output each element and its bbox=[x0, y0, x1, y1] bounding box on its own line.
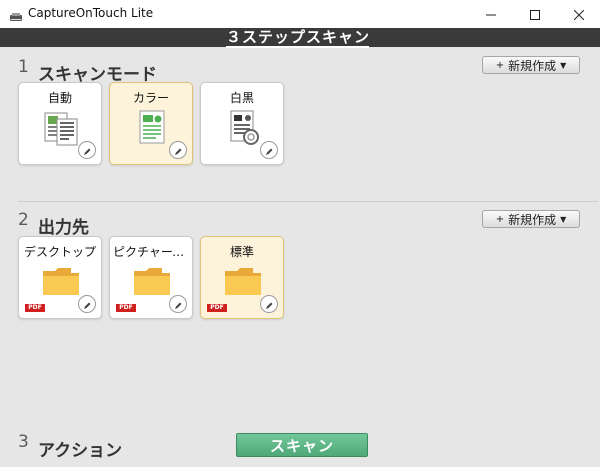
folder-icon bbox=[41, 265, 81, 301]
folder-icon bbox=[223, 265, 263, 301]
scan-mode-card-auto[interactable]: 自動 bbox=[18, 82, 102, 165]
card-label: デスクトップ bbox=[23, 245, 96, 259]
pencil-icon bbox=[265, 141, 274, 160]
caret-down-icon: ▼ bbox=[560, 60, 567, 70]
pdf-badge: PDF bbox=[25, 304, 45, 312]
close-button[interactable] bbox=[556, 0, 600, 28]
edit-button[interactable] bbox=[260, 295, 278, 313]
card-label: ピクチャーフ… bbox=[113, 245, 189, 259]
color-document-icon bbox=[132, 107, 172, 153]
bw-document-icon bbox=[223, 107, 263, 153]
auto-document-icon bbox=[41, 107, 81, 153]
scan-button-label: スキャン bbox=[269, 436, 334, 455]
minimize-icon bbox=[486, 5, 496, 24]
destination-card-pictures[interactable]: ピクチャーフ… PDF bbox=[109, 236, 193, 319]
edit-button[interactable] bbox=[78, 141, 96, 159]
card-label: 白黒 bbox=[229, 91, 254, 105]
minimize-button[interactable] bbox=[468, 0, 514, 28]
pencil-icon bbox=[83, 141, 92, 160]
pencil-icon bbox=[265, 295, 274, 314]
destination-card-standard[interactable]: 標準 PDF bbox=[200, 236, 284, 319]
card-label: 自動 bbox=[47, 91, 72, 105]
section-3-number: 3 bbox=[18, 432, 29, 452]
folder-icon bbox=[132, 265, 172, 301]
plus-icon: + bbox=[495, 213, 505, 225]
scan-mode-card-color[interactable]: カラー bbox=[109, 82, 193, 165]
plus-icon: + bbox=[495, 59, 505, 71]
header-underline bbox=[226, 46, 369, 48]
pencil-icon bbox=[83, 295, 92, 314]
caret-down-icon: ▼ bbox=[560, 214, 567, 224]
section-divider bbox=[18, 201, 598, 202]
scanner-app-icon bbox=[9, 8, 23, 27]
header-bar: ３ステップスキャン bbox=[0, 28, 600, 47]
pencil-icon bbox=[174, 141, 183, 160]
destination-new-button[interactable]: + 新規作成 ▼ bbox=[482, 210, 580, 228]
destination-card-desktop[interactable]: デスクトップ PDF bbox=[18, 236, 102, 319]
scan-mode-new-button[interactable]: + 新規作成 ▼ bbox=[482, 56, 580, 74]
page-title: ３ステップスキャン bbox=[226, 28, 371, 46]
maximize-button[interactable] bbox=[512, 0, 558, 28]
new-button-label: 新規作成 bbox=[508, 58, 557, 73]
close-icon bbox=[573, 5, 585, 24]
section-2-number: 2 bbox=[18, 210, 29, 230]
section-1-number: 1 bbox=[18, 57, 29, 77]
section-3-title: アクション bbox=[38, 441, 123, 461]
pencil-icon bbox=[174, 295, 183, 314]
pdf-badge: PDF bbox=[207, 304, 227, 312]
edit-button[interactable] bbox=[78, 295, 96, 313]
scan-mode-card-bw[interactable]: 白黒 bbox=[200, 82, 284, 165]
window-title: CaptureOnTouch Lite bbox=[28, 6, 154, 20]
edit-button[interactable] bbox=[169, 295, 187, 313]
card-label: カラー bbox=[132, 91, 169, 105]
edit-button[interactable] bbox=[169, 141, 187, 159]
pdf-badge: PDF bbox=[116, 304, 136, 312]
scan-button[interactable]: スキャン bbox=[236, 433, 368, 457]
card-label: 標準 bbox=[229, 245, 254, 259]
maximize-icon bbox=[530, 5, 540, 24]
section-2-title: 出力先 bbox=[38, 218, 89, 238]
edit-button[interactable] bbox=[260, 141, 278, 159]
new-button-label: 新規作成 bbox=[508, 212, 557, 227]
window-titlebar: CaptureOnTouch Lite bbox=[0, 0, 600, 29]
